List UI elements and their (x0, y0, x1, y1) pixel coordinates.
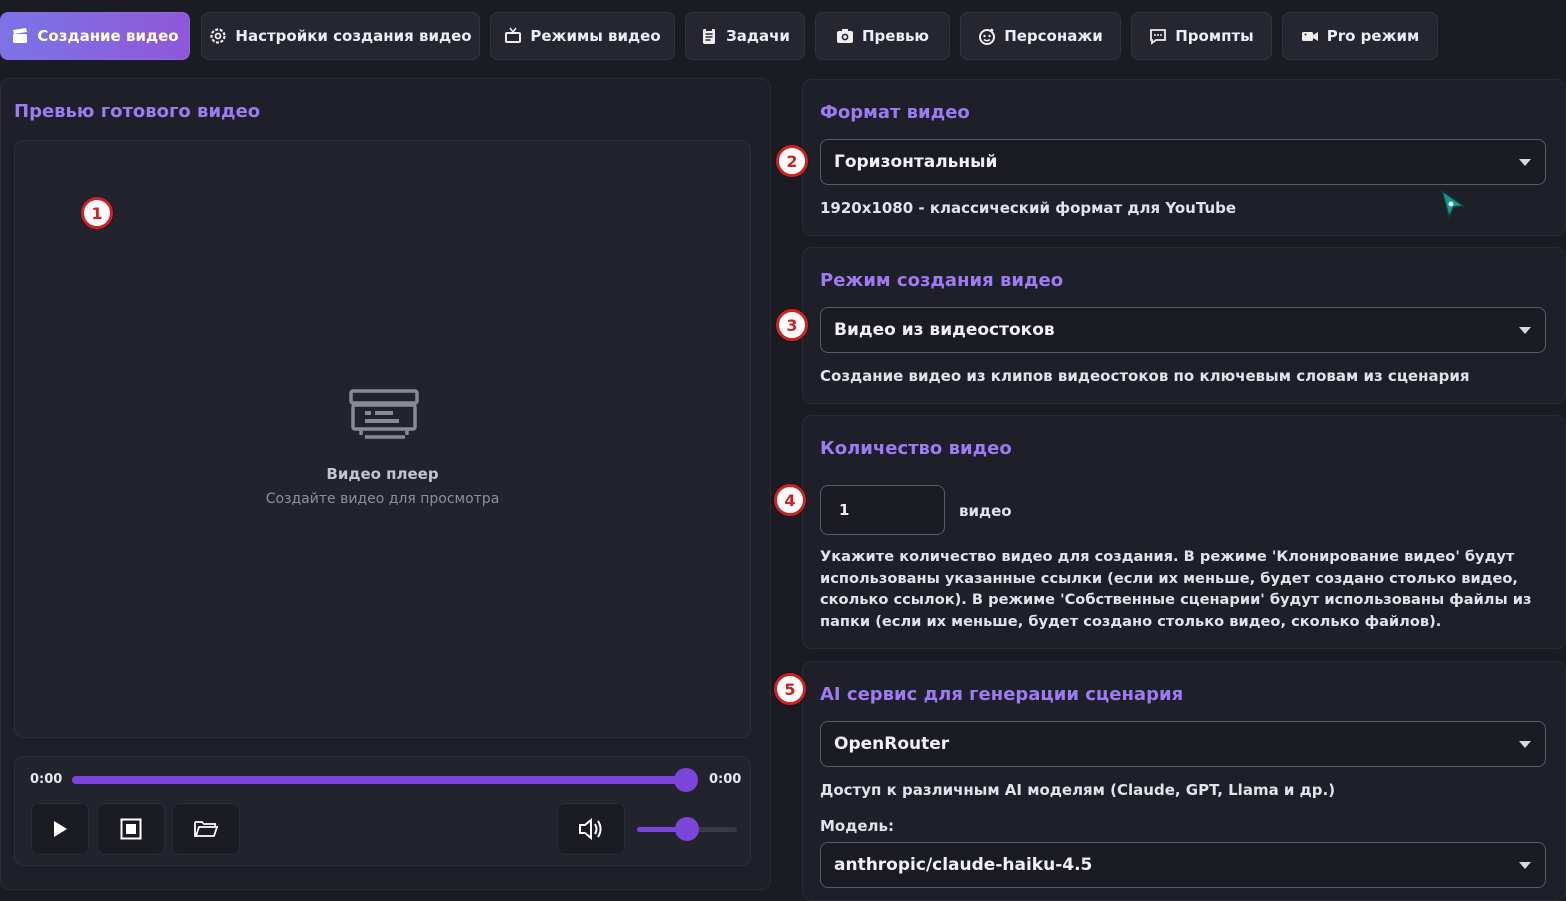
time-total: 0:00 (709, 772, 742, 787)
seek-bar[interactable] (72, 776, 686, 784)
open-file-button[interactable] (172, 803, 240, 855)
model-label: Модель: (820, 817, 894, 835)
tab-label: Настройки создания видео (235, 27, 472, 45)
folder-icon (194, 821, 218, 837)
stop-icon (120, 818, 142, 840)
ai-service-value: OpenRouter (834, 734, 950, 754)
stop-button[interactable] (97, 803, 165, 855)
speaker-icon (579, 818, 602, 840)
video-count-input[interactable]: 1 (820, 485, 945, 535)
mode-select[interactable]: Видео из видеостоков (820, 307, 1546, 353)
chevron-down-icon (1519, 741, 1531, 748)
mode-select-value: Видео из видеостоков (834, 320, 1055, 340)
tab-label: Промпты (1175, 27, 1254, 45)
annotation-badge: 5 (774, 673, 806, 705)
tab-label: Задачи (726, 27, 790, 45)
mouse-cursor-icon (1440, 190, 1467, 220)
video-player-icon (349, 389, 419, 439)
clipboard-icon (703, 28, 716, 44)
format-title: Формат видео (820, 102, 970, 123)
camera-icon (836, 29, 853, 43)
mute-button[interactable] (557, 803, 625, 855)
time-current: 0:00 (30, 772, 63, 787)
volume-handle[interactable] (675, 817, 699, 841)
chevron-down-icon (1519, 862, 1531, 869)
tab-characters[interactable]: Персонажи (960, 12, 1121, 60)
format-description: 1920x1080 - классический формат для YouT… (820, 199, 1237, 217)
seek-handle[interactable] (674, 768, 698, 792)
chevron-down-icon (1519, 327, 1531, 334)
model-select[interactable]: anthropic/claude-haiku-4.5 (820, 842, 1546, 888)
player-subtitle: Создайте видео для просмотра (265, 491, 500, 507)
player-title: Видео плеер (326, 465, 439, 483)
tab-label: Режимы видео (530, 27, 661, 45)
play-icon (54, 821, 67, 837)
tab-create-video[interactable]: Создание видео (0, 12, 190, 60)
tv-icon (505, 27, 522, 43)
format-select-value: Горизонтальный (834, 152, 998, 172)
preview-title: Превью готового видео (14, 101, 261, 122)
annotation-badge: 3 (776, 309, 808, 341)
player-controls: 0:00 0:00 (14, 756, 751, 866)
ai-service-select[interactable]: OpenRouter (820, 721, 1546, 767)
play-button[interactable] (31, 803, 89, 855)
annotation-badge: 2 (776, 145, 808, 177)
mode-title: Режим создания видео (820, 270, 1064, 291)
tab-label: Создание видео (37, 27, 179, 45)
format-select[interactable]: Горизонтальный (820, 139, 1546, 185)
tab-label: Превью (861, 27, 930, 45)
tab-pro-mode[interactable]: Pro режим (1282, 12, 1438, 60)
seek-bar-fill (72, 776, 686, 784)
annotation-badge: 1 (81, 197, 113, 229)
count-description: Укажите количество видео для создания. В… (820, 548, 1532, 630)
chat-icon (1150, 29, 1167, 45)
video-player-area[interactable]: Видео плеер Создайте видео для просмотра (14, 140, 751, 738)
gear-icon (210, 28, 226, 44)
count-unit: видео (959, 502, 1012, 520)
tab-video-settings[interactable]: Настройки создания видео (201, 12, 480, 60)
tab-preview[interactable]: Превью (815, 12, 950, 60)
mode-description: Создание видео из клипов видеостоков по … (820, 367, 1470, 385)
video-camera-icon (1301, 32, 1318, 41)
tab-video-modes[interactable]: Режимы видео (490, 12, 675, 60)
annotation-badge: 4 (774, 484, 806, 516)
tab-tasks[interactable]: Задачи (685, 12, 805, 60)
chevron-down-icon (1519, 159, 1531, 166)
model-select-value: anthropic/claude-haiku-4.5 (834, 855, 1093, 875)
tab-prompts[interactable]: Промпты (1131, 12, 1272, 60)
ai-description: Доступ к различным AI моделям (Claude, G… (820, 781, 1336, 799)
clapperboard-icon (13, 28, 28, 43)
tab-label: Pro режим (1326, 27, 1420, 45)
count-title: Количество видео (820, 438, 1012, 459)
ai-title: AI сервис для генерации сценария (820, 684, 1184, 705)
face-icon (979, 28, 996, 45)
tab-label: Персонажи (1004, 27, 1103, 45)
